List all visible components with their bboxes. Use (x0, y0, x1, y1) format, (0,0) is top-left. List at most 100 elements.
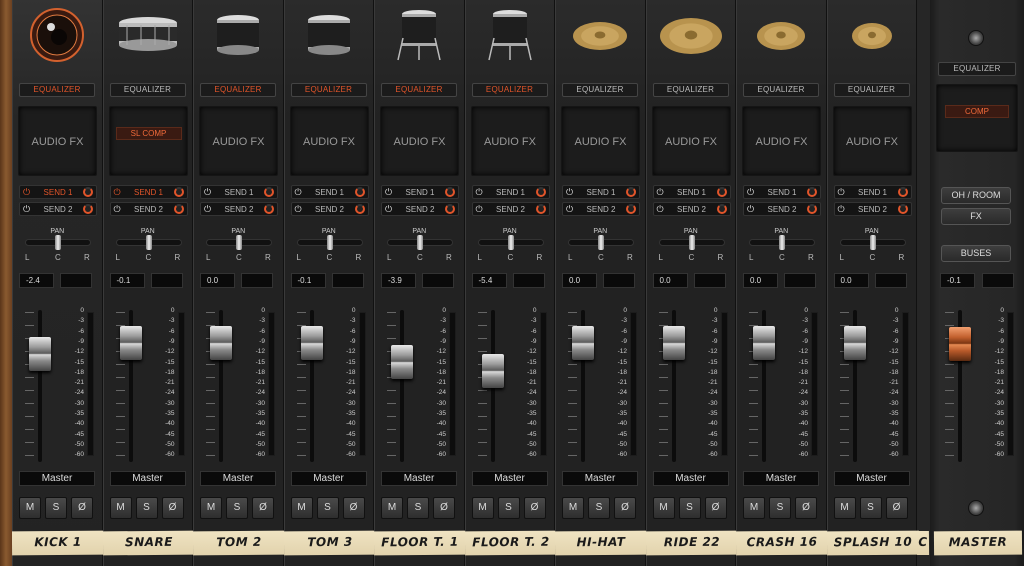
send-2-knob[interactable] (807, 204, 817, 214)
output-select[interactable]: Master (109, 471, 186, 486)
solo-button[interactable]: S (45, 497, 67, 519)
send-1-knob[interactable] (535, 187, 546, 197)
output-select[interactable]: Master (200, 471, 276, 486)
power-icon[interactable]: ⏻ (657, 187, 664, 198)
send-2-row[interactable]: ⏻ SEND 2 (743, 202, 821, 216)
fader-knob[interactable] (481, 353, 504, 388)
phase-button[interactable]: Ø (704, 497, 727, 519)
eq-button[interactable]: EQUALIZER (562, 83, 638, 97)
pan-knob[interactable] (779, 235, 785, 250)
power-icon[interactable]: ⏻ (295, 204, 302, 215)
solo-button[interactable]: S (497, 497, 520, 519)
solo-button[interactable]: S (859, 497, 882, 519)
splash-cymbal-icon[interactable] (828, 6, 917, 64)
audio-fx-box[interactable]: SL COMP (108, 106, 188, 176)
power-icon[interactable]: ⏻ (747, 204, 754, 215)
fader-knob[interactable] (753, 325, 775, 360)
eq-button[interactable]: EQUALIZER (743, 83, 819, 97)
fader-knob[interactable] (210, 325, 232, 360)
send-1-row[interactable]: ⏻ SEND 1 (19, 185, 97, 199)
eq-button[interactable]: EQUALIZER (471, 83, 548, 97)
fader-track[interactable] (38, 310, 42, 462)
send-1-knob[interactable] (897, 187, 908, 197)
eq-button[interactable]: EQUALIZER (200, 83, 276, 97)
send-2-knob[interactable] (716, 204, 727, 214)
send-2-knob[interactable] (264, 204, 274, 214)
power-icon[interactable]: ⏻ (385, 187, 392, 198)
floor-tom-icon[interactable] (375, 6, 464, 64)
fader-track[interactable] (400, 310, 404, 462)
mute-button[interactable]: M (833, 497, 856, 519)
solo-button[interactable]: S (678, 497, 701, 519)
solo-button[interactable]: S (407, 497, 429, 519)
output-select[interactable]: Master (19, 471, 95, 486)
crash-cymbal-icon[interactable] (737, 6, 826, 64)
pan-knob[interactable] (869, 235, 876, 250)
send-2-row[interactable]: ⏻ SEND 2 (562, 202, 640, 216)
send-2-knob[interactable] (626, 204, 636, 214)
send-1-row[interactable]: ⏻ SEND 1 (743, 185, 821, 199)
eq-button[interactable]: EQUALIZER (652, 83, 729, 97)
mute-button[interactable]: M (652, 497, 675, 519)
send-1-knob[interactable] (83, 187, 93, 197)
phase-button[interactable]: Ø (523, 497, 546, 519)
solo-button[interactable]: S (588, 497, 610, 519)
mute-button[interactable]: M (19, 497, 41, 519)
mute-button[interactable]: M (471, 497, 494, 519)
send-2-row[interactable]: ⏻ SEND 2 (652, 202, 731, 216)
send-2-row[interactable]: ⏻ SEND 2 (109, 202, 188, 216)
phase-button[interactable]: Ø (433, 497, 455, 519)
send-2-row[interactable]: ⏻ SEND 2 (200, 202, 278, 216)
send-2-knob[interactable] (535, 204, 546, 214)
pan-knob[interactable] (507, 235, 514, 250)
mute-button[interactable]: M (109, 497, 132, 519)
phase-button[interactable]: Ø (342, 497, 365, 519)
tom-drum-icon[interactable] (285, 6, 374, 64)
send-2-knob[interactable] (83, 204, 93, 214)
power-icon[interactable]: ⏻ (476, 204, 483, 215)
phase-button[interactable]: Ø (614, 497, 636, 519)
pan-knob[interactable] (326, 235, 333, 250)
ride-cymbal-icon[interactable] (647, 6, 736, 64)
fader-knob[interactable] (29, 337, 51, 372)
send-2-row[interactable]: ⏻ SEND 2 (471, 202, 550, 216)
phase-button[interactable]: Ø (161, 497, 184, 519)
send-1-knob[interactable] (354, 187, 365, 197)
send-1-row[interactable]: ⏻ SEND 1 (290, 185, 369, 199)
pan-knob[interactable] (417, 235, 423, 250)
send-1-row[interactable]: ⏻ SEND 1 (200, 185, 278, 199)
fx-slot[interactable]: SL COMP (115, 127, 182, 140)
power-icon[interactable]: ⏻ (566, 187, 573, 198)
eq-button[interactable]: EQUALIZER (381, 83, 457, 97)
solo-button[interactable]: S (769, 497, 791, 519)
send-1-knob[interactable] (445, 187, 455, 197)
eq-button[interactable]: EQUALIZER (19, 83, 95, 97)
send-2-row[interactable]: ⏻ SEND 2 (833, 202, 912, 216)
output-select[interactable]: Master (381, 471, 457, 486)
solo-button[interactable]: S (226, 497, 248, 519)
audio-fx-box[interactable]: AUDIO FX (199, 106, 278, 176)
audio-fx-box[interactable]: AUDIO FX (561, 106, 640, 176)
tom-drum-icon[interactable] (194, 6, 283, 64)
kick-drum-icon[interactable] (13, 6, 102, 64)
power-icon[interactable]: ⏻ (295, 187, 302, 198)
pan-knob[interactable] (55, 235, 61, 250)
phase-button[interactable]: Ø (71, 497, 93, 519)
pan-knob[interactable] (688, 235, 695, 250)
fader-knob[interactable] (391, 344, 413, 379)
fader-knob[interactable] (843, 325, 866, 360)
power-icon[interactable]: ⏻ (385, 204, 392, 215)
send-1-row[interactable]: ⏻ SEND 1 (381, 185, 459, 199)
fader-knob[interactable] (119, 325, 142, 360)
floor-tom-icon[interactable] (466, 6, 555, 64)
eq-button[interactable]: EQUALIZER (290, 83, 367, 97)
mute-button[interactable]: M (200, 497, 222, 519)
power-icon[interactable]: ⏻ (114, 204, 121, 215)
output-select[interactable]: Master (833, 471, 910, 486)
audio-fx-box[interactable]: AUDIO FX (380, 106, 459, 176)
pan-knob[interactable] (145, 235, 152, 250)
send-2-row[interactable]: ⏻ SEND 2 (381, 202, 459, 216)
fader-knob[interactable] (300, 325, 323, 360)
phase-button[interactable]: Ø (795, 497, 817, 519)
send-1-row[interactable]: ⏻ SEND 1 (109, 185, 188, 199)
